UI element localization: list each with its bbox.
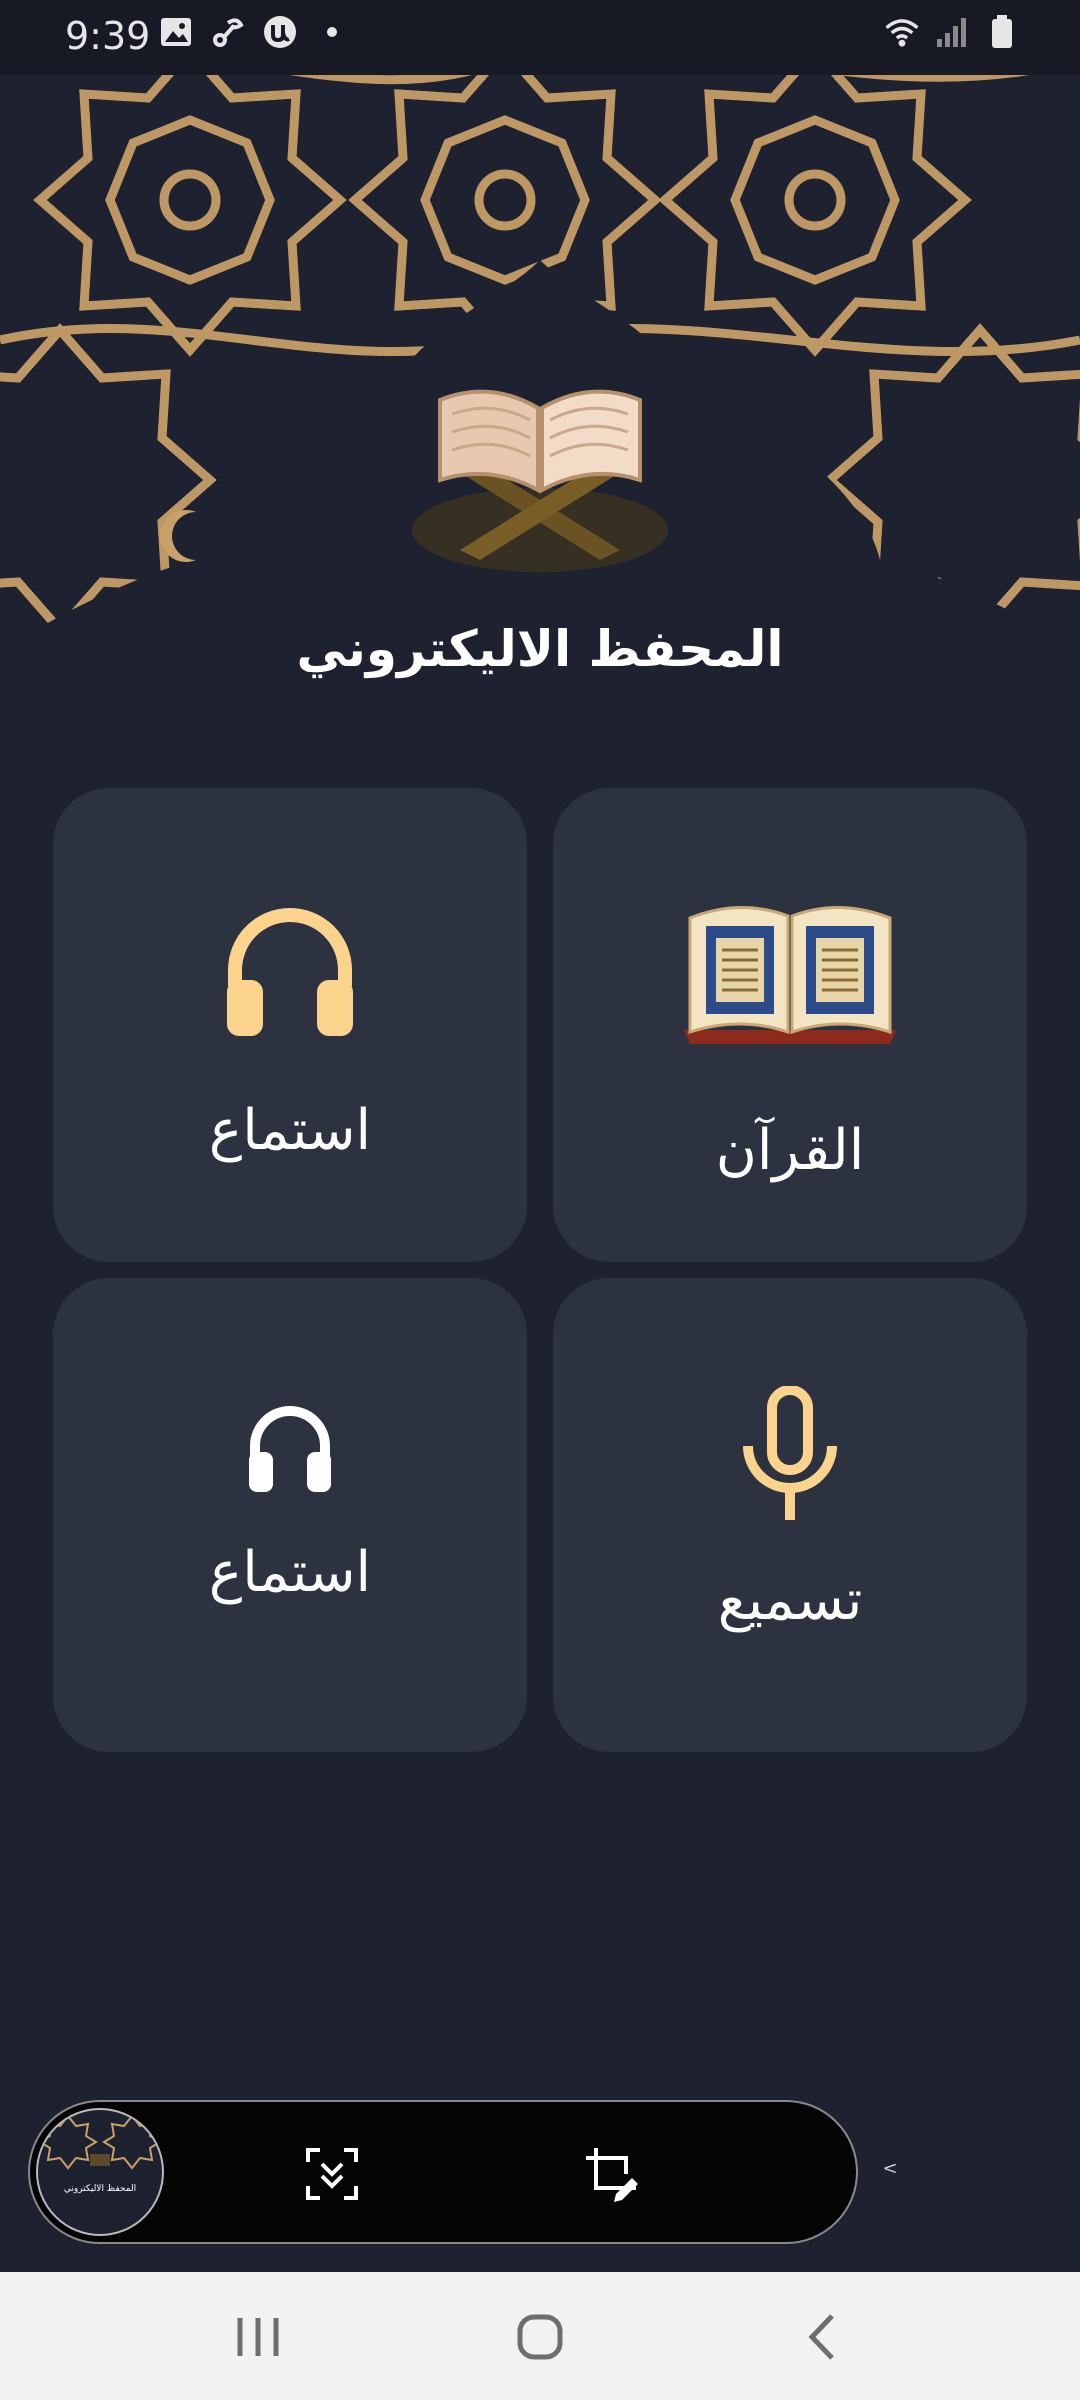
recite-card[interactable]: تسميع <box>553 1278 1027 1752</box>
thumbnail-title: المحفظ الاليكتروني <box>63 2184 137 2194</box>
listen-card-2-label: استماع <box>208 1540 372 1605</box>
scroll-capture-icon[interactable] <box>302 2144 362 2204</box>
headphones-icon <box>227 908 353 1036</box>
crop-edit-icon[interactable] <box>582 2144 642 2204</box>
quran-card[interactable]: القرآن <box>553 788 1027 1262</box>
app-title: المحفظ الاليكتروني <box>296 620 784 678</box>
toolbar-collapse-button[interactable]: < <box>880 2158 900 2182</box>
screenshot-toolbar: المحفظ الاليكتروني <box>28 2100 858 2244</box>
status-bar: 9:39 <box>0 0 1080 75</box>
signal-icon <box>934 14 970 50</box>
screenshot-thumbnail[interactable]: المحفظ الاليكتروني <box>36 2108 164 2236</box>
listen-card-2[interactable]: استماع <box>53 1278 527 1752</box>
battery-icon <box>984 14 1020 50</box>
home-icon[interactable] <box>500 2302 580 2372</box>
gallery-icon <box>158 14 194 50</box>
wifi-icon <box>884 14 920 50</box>
dot-icon <box>314 14 350 50</box>
quran-card-label: القرآن <box>715 1118 865 1183</box>
thumbnail-pattern-icon <box>38 2114 162 2170</box>
recent-apps-icon[interactable] <box>218 2302 298 2372</box>
u-app-icon <box>262 14 298 50</box>
microphone-icon <box>743 1386 837 1520</box>
back-icon[interactable] <box>782 2302 862 2372</box>
listen-card-label: استماع <box>208 1098 372 1163</box>
quran-book-icon <box>684 905 896 1044</box>
status-time: 9:39 <box>65 14 151 58</box>
recite-card-label: تسميع <box>717 1568 863 1633</box>
listen-card[interactable]: استماع <box>53 788 527 1262</box>
headphones-icon <box>249 1406 331 1492</box>
status-icons-left <box>158 14 350 50</box>
link-icon <box>210 14 246 50</box>
navigation-bar <box>0 2272 1080 2400</box>
status-icons-right <box>884 14 1020 50</box>
quran-stand-logo <box>412 389 668 572</box>
